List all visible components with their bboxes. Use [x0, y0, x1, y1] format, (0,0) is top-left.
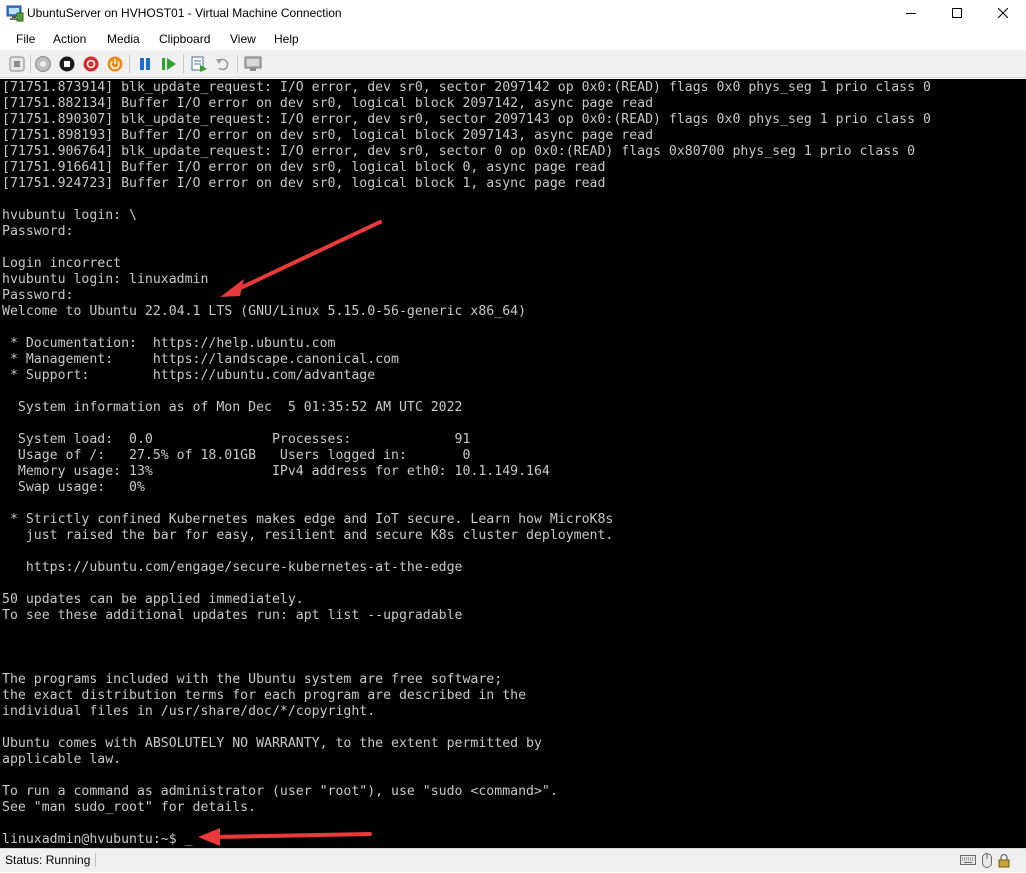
status-bar: Status: Running	[0, 848, 1026, 872]
window-title: UbuntuServer on HVHOST01 - Virtual Machi…	[27, 6, 342, 20]
close-button[interactable]	[980, 0, 1026, 28]
maximize-button[interactable]	[934, 0, 980, 28]
toolbar	[0, 50, 1026, 78]
menu-bar: File Action Media Clipboard View Help	[0, 28, 1026, 50]
toolbar-separator	[237, 55, 238, 73]
minimize-button[interactable]	[888, 0, 934, 28]
vm-console[interactable]: [71751.873914] blk_update_request: I/O e…	[0, 79, 1026, 848]
menu-file[interactable]: File	[16, 32, 35, 46]
title-bar: UbuntuServer on HVHOST01 - Virtual Machi…	[0, 0, 1026, 28]
revert-icon[interactable]	[214, 55, 232, 73]
vm-connection-icon	[6, 5, 24, 22]
pause-icon[interactable]	[136, 55, 154, 73]
console-output: [71751.873914] blk_update_request: I/O e…	[2, 80, 931, 847]
mouse-icon	[982, 853, 992, 873]
keyboard-icon	[960, 853, 976, 872]
enhanced-session-icon[interactable]	[244, 55, 262, 73]
shutdown-icon[interactable]	[82, 55, 100, 73]
menu-action[interactable]: Action	[53, 32, 86, 46]
status-label: Status: Running	[5, 853, 97, 867]
toolbar-separator	[129, 55, 130, 73]
turn-off-icon[interactable]	[58, 55, 76, 73]
maximize-icon	[952, 5, 962, 23]
menu-clipboard[interactable]: Clipboard	[159, 32, 210, 46]
toolbar-separator	[183, 55, 184, 73]
menu-help[interactable]: Help	[274, 32, 299, 46]
menu-media[interactable]: Media	[107, 32, 140, 46]
checkpoint-icon[interactable]	[190, 55, 208, 73]
start-icon[interactable]	[34, 55, 52, 73]
save-icon[interactable]	[106, 55, 124, 73]
close-icon	[997, 5, 1009, 23]
lock-icon	[998, 853, 1010, 873]
minimize-icon	[906, 5, 916, 23]
ctrl-alt-del-icon[interactable]	[8, 55, 26, 73]
resume-icon[interactable]	[160, 55, 178, 73]
toolbar-separator	[30, 55, 31, 73]
menu-view[interactable]: View	[230, 32, 256, 46]
